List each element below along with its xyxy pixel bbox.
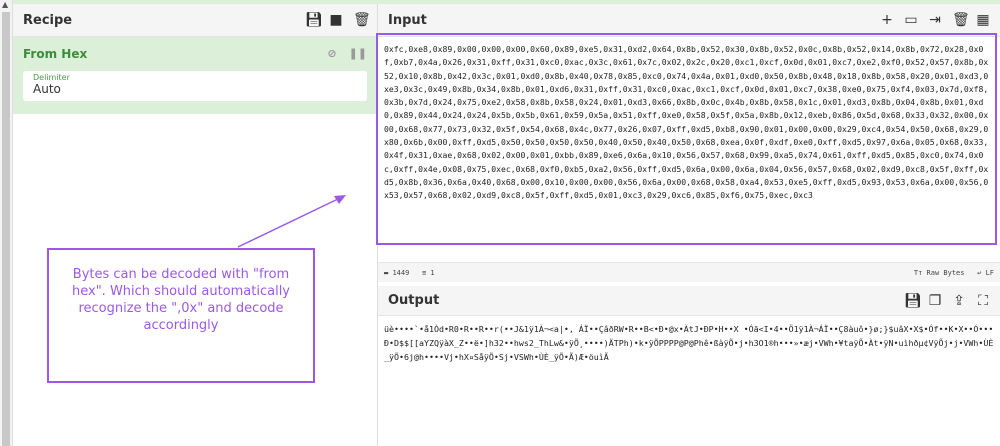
scrollbar-thumb[interactable]	[2, 12, 10, 446]
save-icon[interactable]: 💾︎	[305, 13, 323, 27]
chevron-up-icon[interactable]: ▲	[2, 0, 8, 9]
trash-icon[interactable]: 🗑︎	[952, 13, 970, 27]
open-folder-icon[interactable]: ▭	[904, 13, 918, 27]
maximize-icon[interactable]: ⛶	[976, 294, 990, 308]
plus-icon[interactable]: +	[880, 13, 894, 27]
operation-from-hex[interactable]: From Hex ⊘ ❚❚ Delimiter Auto	[13, 37, 377, 114]
line-count: 1	[430, 268, 435, 277]
char-count: 1449	[392, 268, 410, 277]
input-panel: Input + ▭ ⇥ 🗑︎ ▦ 0xfc,0xe8,0x89,0x00,0x0…	[376, 4, 1000, 446]
layout-icon[interactable]: ▦	[976, 13, 990, 27]
eol-icon: ↩	[977, 268, 986, 277]
replace-input-icon[interactable]: ⇪	[952, 294, 966, 308]
eol-button[interactable]: LF	[986, 269, 994, 277]
copy-icon[interactable]: ❐	[928, 294, 942, 308]
output-text[interactable]: üè••••`•å1Òd•R0•R••R••r(••J&1ÿ1À¬<a|•, Á…	[384, 322, 994, 364]
input-textarea[interactable]: 0xfc,0xe8,0x89,0x00,0x00,0x00,0x60,0x89,…	[376, 33, 997, 245]
trash-icon[interactable]: 🗑︎	[353, 13, 371, 27]
recipe-title: Recipe	[23, 12, 73, 28]
input-title: Input	[388, 12, 427, 28]
delimiter-label: Delimiter	[33, 73, 70, 82]
font-icon: Tт	[913, 268, 927, 277]
encoding-button[interactable]: Raw Bytes	[927, 269, 965, 277]
left-scrollbar[interactable]: ▲	[0, 0, 13, 446]
delimiter-value: Auto	[33, 82, 61, 96]
annotation-note: Bytes can be decoded with "from hex". Wh…	[47, 248, 315, 383]
delimiter-field[interactable]: Delimiter Auto	[23, 71, 367, 101]
input-status-bar: ▬ 1449 ≡ 1 Tт Raw Bytes ↩ LF	[378, 262, 1000, 282]
folder-icon[interactable]: ■	[329, 13, 343, 27]
operation-name: From Hex	[23, 47, 88, 61]
recipe-header: Recipe 💾︎ ■ 🗑︎	[13, 4, 377, 37]
output-title: Output	[388, 293, 440, 308]
output-header: Output 💾︎ ❐ ⇪ ⛶	[378, 286, 1000, 316]
pause-icon[interactable]: ❚❚	[349, 47, 367, 61]
import-icon[interactable]: ⇥	[928, 13, 942, 27]
disable-icon[interactable]: ⊘	[327, 47, 336, 61]
save-icon[interactable]: 💾︎	[904, 294, 922, 308]
